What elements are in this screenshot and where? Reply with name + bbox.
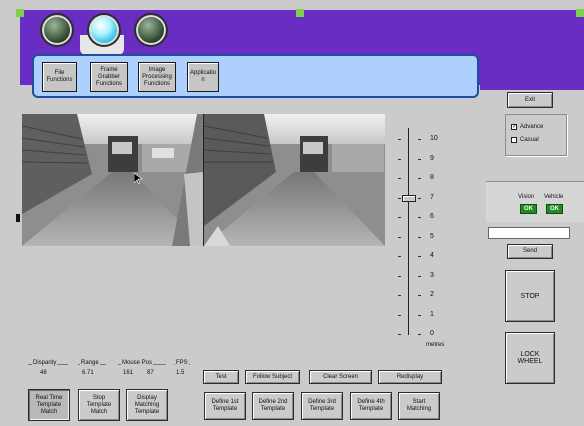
send-button[interactable]: Send <box>507 244 553 259</box>
clear-screen-button[interactable]: Clear Screen <box>309 370 372 384</box>
checkbox-icon[interactable]: ✓ <box>511 124 517 130</box>
scale-tick-label: 8 <box>430 174 434 181</box>
stereo-camera-view[interactable] <box>22 114 385 246</box>
casual-label: Casual <box>520 137 539 143</box>
fps-label: FPS <box>175 360 189 366</box>
vehicle-status-badge: OK <box>546 204 563 214</box>
status-led-icon[interactable] <box>87 13 121 47</box>
disparity-label: Disparity <box>32 360 58 366</box>
follow-subject-button[interactable]: Follow Subject <box>245 370 300 384</box>
resize-handle-top-center[interactable] <box>296 9 304 17</box>
resize-handle-top-left[interactable] <box>16 9 24 17</box>
mouse-position-readout: Mouse Pos 161 87 <box>118 360 166 381</box>
function-menu: File Functions Frame Grabber Functions I… <box>32 54 479 98</box>
status-led-icon[interactable] <box>40 13 74 47</box>
title-bar-extension <box>480 10 584 90</box>
left-camera-frame <box>22 114 203 246</box>
scale-tick-label: 0 <box>430 330 434 337</box>
scale-tick-label: 10 <box>430 135 438 142</box>
mouse-pos-label: Mouse Pos <box>121 360 154 366</box>
range-readout: Range 6.71 <box>78 360 106 381</box>
range-scale[interactable]: 10 9 8 7 6 5 4 3 2 1 0 metres <box>398 120 458 350</box>
scale-tick-label: 2 <box>430 291 434 298</box>
vision-label: Vision <box>518 194 535 200</box>
fps-value: 1.5 <box>176 370 185 376</box>
scale-tick-label: 3 <box>430 271 434 279</box>
range-label: Range <box>80 360 100 366</box>
cursor-arrow-icon <box>134 173 143 185</box>
lock-wheel-button[interactable]: LOCK WHEEL <box>505 332 555 384</box>
range-value: 6.71 <box>82 370 94 376</box>
scale-tick-mark <box>418 275 421 277</box>
scale-tick-mark <box>398 275 401 277</box>
stop-button[interactable]: STOP <box>505 270 555 322</box>
scale-tick-mark <box>418 197 421 199</box>
mouse-y-value: 87 <box>147 370 154 376</box>
range-slider-thumb[interactable] <box>402 194 416 202</box>
file-functions-button[interactable]: File Functions <box>42 62 77 92</box>
scale-tick-mark <box>398 334 401 335</box>
real-time-template-match-button[interactable]: Real Time Template Match <box>28 389 70 421</box>
fps-readout: FPS 1.5 <box>174 360 190 381</box>
scale-tick-label: 7 <box>430 193 434 201</box>
scale-tick-label: 4 <box>430 252 434 259</box>
scale-tick-mark <box>418 295 421 296</box>
scale-tick-mark <box>398 158 401 160</box>
resize-handle-left-middle[interactable] <box>16 214 20 222</box>
slider-track[interactable] <box>408 128 409 335</box>
disparity-readout: Disparity 48 <box>28 360 68 381</box>
scale-tick-mark <box>398 178 401 179</box>
scale-tick-mark <box>418 217 421 218</box>
resize-handle-top-right[interactable] <box>576 9 584 17</box>
scale-tick-mark <box>418 178 421 179</box>
scale-tick-mark <box>398 197 401 199</box>
define-4th-template-button[interactable]: Define 4th Template <box>350 392 392 420</box>
scale-tick-label: 9 <box>430 154 434 162</box>
scale-tick-mark <box>418 314 421 316</box>
disparity-value: 48 <box>40 370 47 376</box>
advance-option[interactable]: ✓ Advance <box>511 124 543 130</box>
application-button[interactable]: Applicatio n <box>187 62 219 92</box>
scale-tick-mark <box>418 139 421 140</box>
exit-button[interactable]: Exit <box>507 92 553 108</box>
stereo-image <box>22 114 385 246</box>
define-3rd-template-button[interactable]: Define 3rd Template <box>301 392 343 420</box>
application-window: File Functions Frame Grabber Functions I… <box>0 0 584 426</box>
image-processing-functions-button[interactable]: Image Processing Functions <box>138 62 176 92</box>
command-input[interactable] <box>488 227 570 239</box>
scale-tick-mark <box>398 314 401 316</box>
display-matching-template-button[interactable]: Display Matching Template <box>126 389 168 421</box>
test-button[interactable]: Test <box>203 370 239 384</box>
start-matching-button[interactable]: Start Matching <box>398 392 440 420</box>
frame-grabber-functions-button[interactable]: Frame Grabber Functions <box>90 62 128 92</box>
casual-option[interactable]: Casual <box>511 137 539 143</box>
vehicle-label: Vehicle <box>544 194 564 200</box>
advance-label: Advance <box>520 124 544 130</box>
link-status-panel: Vision Vehicle OK OK <box>486 181 584 222</box>
status-led-icon[interactable] <box>134 13 168 47</box>
redisplay-button[interactable]: Redisplay <box>378 370 442 384</box>
scale-tick-mark <box>398 217 401 218</box>
vision-status-badge: OK <box>520 204 537 214</box>
scale-tick-mark <box>398 236 401 238</box>
scale-tick-mark <box>418 158 421 160</box>
scale-tick-label: 6 <box>430 213 434 220</box>
scale-tick-mark <box>418 256 421 257</box>
scale-unit-label: metres <box>426 342 445 348</box>
checkbox-icon[interactable] <box>511 137 517 143</box>
define-1st-template-button[interactable]: Define 1st Template <box>204 392 246 420</box>
scale-tick-label: 5 <box>430 232 434 240</box>
mode-group: ✓ Advance Casual <box>505 114 567 156</box>
stop-template-match-button[interactable]: Stop Template Match <box>78 389 120 421</box>
scale-tick-mark <box>398 139 401 140</box>
right-camera-frame <box>203 114 385 246</box>
scale-tick-mark <box>398 295 401 296</box>
scale-tick-mark <box>398 256 401 257</box>
scale-tick-mark <box>418 236 421 238</box>
scale-tick-label: 1 <box>430 310 434 318</box>
mouse-x-value: 161 <box>123 370 134 376</box>
define-2nd-template-button[interactable]: Define 2nd Template <box>252 392 294 420</box>
scale-tick-mark <box>418 334 421 335</box>
